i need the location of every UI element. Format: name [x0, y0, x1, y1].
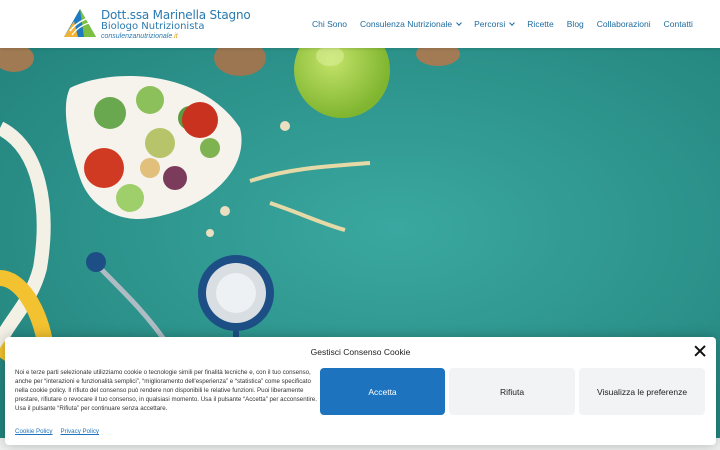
nav-item-percorsi[interactable]: Percorsi: [474, 19, 516, 29]
nav-item-label: Chi Sono: [312, 19, 347, 29]
accept-button-label: Accetta: [368, 386, 397, 397]
nav-item-blog[interactable]: Blog: [567, 19, 584, 29]
main-nav: Chi Sono Consulenza Nutrizionale Percors…: [312, 0, 693, 48]
chevron-down-icon: [456, 19, 462, 26]
logo-url-main: consulenzanutrizionale: [101, 33, 173, 40]
nav-item-ricette[interactable]: Ricette: [527, 19, 553, 29]
privacy-policy-link[interactable]: Privacy Policy: [61, 428, 100, 435]
chevron-down-icon: [509, 19, 516, 26]
view-preferences-label: Visualizza le preferenze: [596, 386, 688, 397]
logo-url-tld: .it: [172, 33, 178, 40]
nav-item-contatti[interactable]: Contatti: [664, 19, 693, 29]
nav-item-consulenza-nutrizionale[interactable]: Consulenza Nutrizionale: [359, 19, 462, 29]
nav-item-label: Percorsi: [474, 19, 506, 29]
nav-item-label: Collaborazioni: [596, 19, 651, 29]
nav-item-label: Ricette: [527, 19, 554, 29]
cookie-consent-banner: Gestisci Consenso Cookie Noi e terze par…: [5, 337, 716, 445]
logo-name: Dott.ssa Marinella Stagno: [101, 8, 251, 22]
nav-item-label: Blog: [566, 19, 584, 29]
logo-title: Biologo Nutrizionista: [101, 21, 205, 32]
site-header: Dott.ssa Marinella Stagno Biologo Nutriz…: [0, 0, 720, 48]
logo-url: consulenzanutrizionale.it: [101, 33, 251, 40]
nav-item-label: Contatti: [663, 19, 693, 29]
logo-mark-icon: [64, 9, 96, 37]
deny-button[interactable]: Rifiuta: [449, 368, 575, 415]
cookie-message: Noi e terze parti selezionate utilizziam…: [15, 369, 317, 412]
nav-item-collaborazioni[interactable]: Collaborazioni: [597, 19, 651, 29]
nav-item-label: Consulenza Nutrizionale: [359, 19, 453, 29]
cookie-policy-link[interactable]: Cookie Policy: [15, 428, 53, 435]
accept-button[interactable]: Accetta: [320, 368, 445, 415]
site-logo[interactable]: Dott.ssa Marinella Stagno Biologo Nutriz…: [62, 7, 251, 40]
close-icon[interactable]: [694, 345, 706, 357]
cookie-title: Gestisci Consenso Cookie: [310, 347, 411, 357]
deny-button-label: Rifiuta: [499, 386, 525, 397]
view-preferences-button[interactable]: Visualizza le preferenze: [579, 368, 705, 415]
nav-item-chi-sono[interactable]: Chi Sono: [312, 19, 347, 29]
cookie-links: Cookie Policy Privacy Policy: [15, 428, 107, 435]
